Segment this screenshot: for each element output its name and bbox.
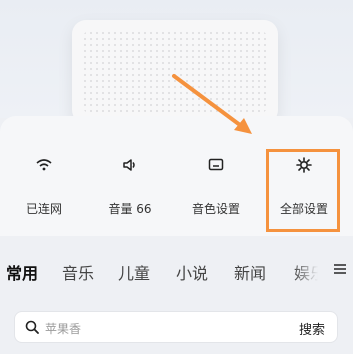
category-tabs: 常用 音乐 儿童 小说 新闻 娱乐 [0, 252, 353, 288]
tone-settings-label: 音色设置 [191, 202, 240, 216]
search-bar[interactable]: 苹果香 搜索 [14, 311, 338, 343]
tab-novel[interactable]: 小说 [176, 260, 208, 284]
search-input[interactable]: 苹果香 [45, 320, 81, 337]
network-status-label: 已连网 [25, 202, 62, 216]
menu-icon[interactable] [333, 262, 347, 276]
tab-music[interactable]: 音乐 [62, 260, 94, 284]
tone-settings-item[interactable]: 音色设置 [180, 148, 252, 228]
volume-label: 音量 66 [108, 202, 152, 216]
highlight-box [266, 149, 340, 232]
network-status-item[interactable]: 已连网 [8, 148, 80, 228]
search-icon [25, 320, 39, 334]
volume-icon [115, 150, 145, 180]
tab-common[interactable]: 常用 [6, 260, 38, 284]
tab-kids[interactable]: 儿童 [118, 260, 150, 284]
tone-settings-icon [201, 150, 231, 180]
tabs-fade [293, 252, 329, 288]
wifi-icon [29, 150, 59, 180]
tab-news[interactable]: 新闻 [234, 260, 266, 284]
volume-item[interactable]: 音量 66 [94, 148, 166, 228]
pointer-arrow-icon [172, 74, 252, 134]
search-button[interactable]: 搜索 [299, 319, 325, 338]
